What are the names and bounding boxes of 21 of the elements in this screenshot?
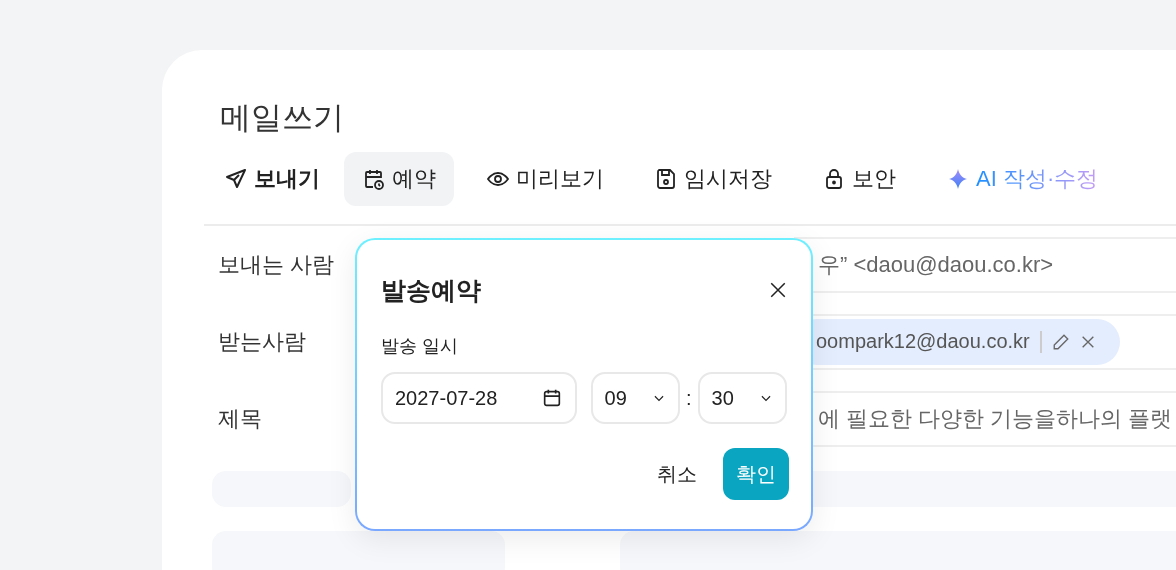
toolbar-button[interactable]: 보안	[804, 152, 914, 206]
window-title: 메일쓰기	[220, 99, 345, 137]
pencil-icon[interactable]	[1051, 332, 1070, 351]
hour-select[interactable]: 09	[590, 372, 680, 424]
calendar-clock-icon	[362, 167, 386, 191]
dialog-title: 발송예약	[381, 274, 481, 306]
minute-select[interactable]: 30	[697, 372, 787, 424]
time-separator: :	[685, 386, 692, 410]
toolbar-button[interactable]: 임시저장	[636, 152, 790, 206]
field-label: 받는사람	[218, 327, 306, 356]
field-label: 보내는 사람	[218, 250, 335, 279]
field-label: 제목	[218, 404, 262, 433]
recipient-address: oompark12@daou.co.kr	[816, 330, 1030, 353]
field-label: 발송 일시	[381, 335, 459, 358]
date-field[interactable]: 2027-07-28	[381, 372, 577, 424]
cancel-button[interactable]: 취소	[649, 460, 705, 488]
close-icon[interactable]	[769, 281, 787, 299]
toolbar-button[interactable]: 미리보기	[468, 152, 622, 206]
send-icon	[224, 167, 248, 191]
toolbar-button[interactable]: 보내기	[204, 152, 330, 206]
toolbar-button[interactable]: 예약	[344, 152, 454, 206]
